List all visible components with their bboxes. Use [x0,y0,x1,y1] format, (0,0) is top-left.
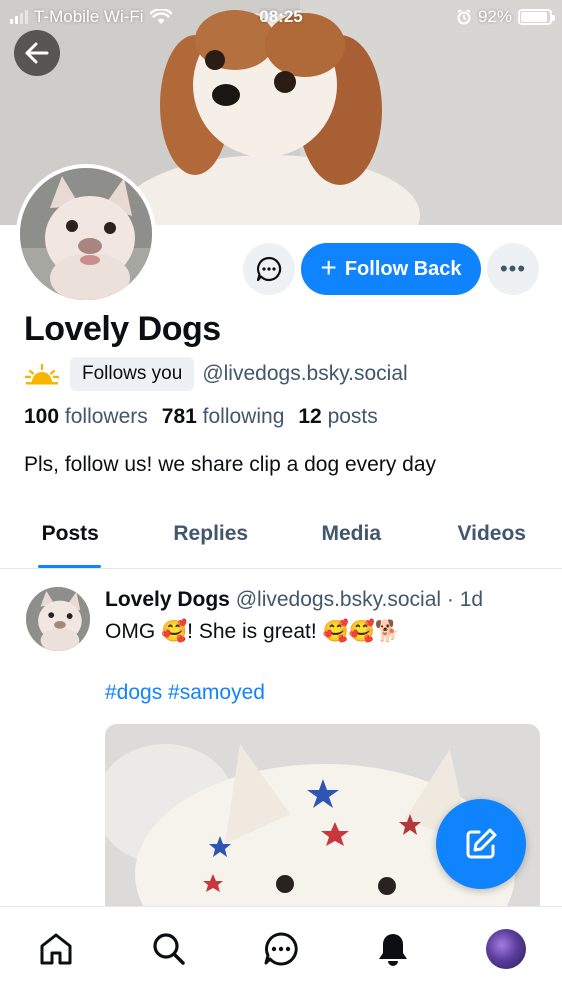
nav-notifications[interactable] [373,929,413,969]
post-avatar-image [26,587,90,651]
bottom-navigation [0,906,562,1000]
tab-replies[interactable]: Replies [141,505,282,568]
nav-search[interactable] [149,929,189,969]
sunrise-icon [24,363,60,385]
post-text: OMG 🥰! She is great! 🥰🥰🐕 [105,620,401,643]
plus-icon: + [320,252,337,283]
carrier-label: T-Mobile Wi-Fi [34,7,144,26]
nav-home[interactable] [36,929,76,969]
follows-you-badge: Follows you [70,357,195,391]
followers-count: 100 [24,405,60,428]
battery-icon [518,9,555,25]
profile-bio: Pls, follow us! we share clip a dog ever… [24,453,437,476]
chat-bubble-icon [256,256,282,282]
post-age: · 1d [446,588,484,611]
profile-handle: @livedogs.bsky.social [202,362,408,385]
home-icon [40,933,72,965]
post-author-handle[interactable]: @livedogs.bsky.social [236,588,441,611]
nav-profile[interactable] [485,929,526,969]
handle-row: Follows you @livedogs.bsky.social [24,356,408,392]
message-button[interactable] [243,243,295,295]
avatar-dog-image [20,168,152,300]
tab-videos[interactable]: Videos [422,505,562,568]
tab-media[interactable]: Media [281,505,422,568]
post-header: Lovely Dogs @livedogs.bsky.social · 1d [105,588,483,612]
followers-label: followers [64,405,148,428]
compose-post-button[interactable] [436,799,526,889]
following-count: 781 [161,405,197,428]
signal-icon [10,10,28,24]
more-options-button[interactable]: ••• [487,243,539,295]
post-author-name[interactable]: Lovely Dogs [105,588,230,611]
search-icon [152,933,185,965]
follow-back-button[interactable]: + Follow Back [301,243,481,295]
bell-icon [379,934,408,966]
following-stat[interactable]: 781 following [162,405,285,429]
more-horizontal-icon: ••• [499,256,527,281]
battery-percent: 92% [477,7,512,26]
profile-avatar[interactable] [16,164,156,304]
compose-icon [466,828,497,859]
chat-icon [264,932,298,966]
tab-posts[interactable]: Posts [0,505,141,568]
clock: 08:25 [259,7,303,26]
followers-stat[interactable]: 100 followers [24,405,148,429]
user-avatar [485,929,526,969]
follow-back-label: Follow Back [344,257,462,280]
wifi-icon [149,9,172,24]
post-author-avatar[interactable] [26,587,90,651]
following-label: following [202,405,285,428]
status-bar: T-Mobile Wi-Fi 08:25 92% [0,0,562,34]
battery-level [521,12,547,22]
posts-label: posts [327,405,378,428]
alarm-icon [457,9,471,25]
back-button[interactable] [14,30,60,76]
profile-tabs: Posts Replies Media Videos [0,505,562,569]
profile-stats: 100 followers 781 following 12 posts [24,405,378,429]
post-hashtags[interactable]: #dogs #samoyed [105,681,265,705]
profile-display-name: Lovely Dogs [24,310,221,348]
posts-count: 12 [298,405,322,428]
nav-chat[interactable] [261,929,301,969]
posts-stat: 12 posts [298,405,377,429]
arrow-left-icon [25,42,49,64]
